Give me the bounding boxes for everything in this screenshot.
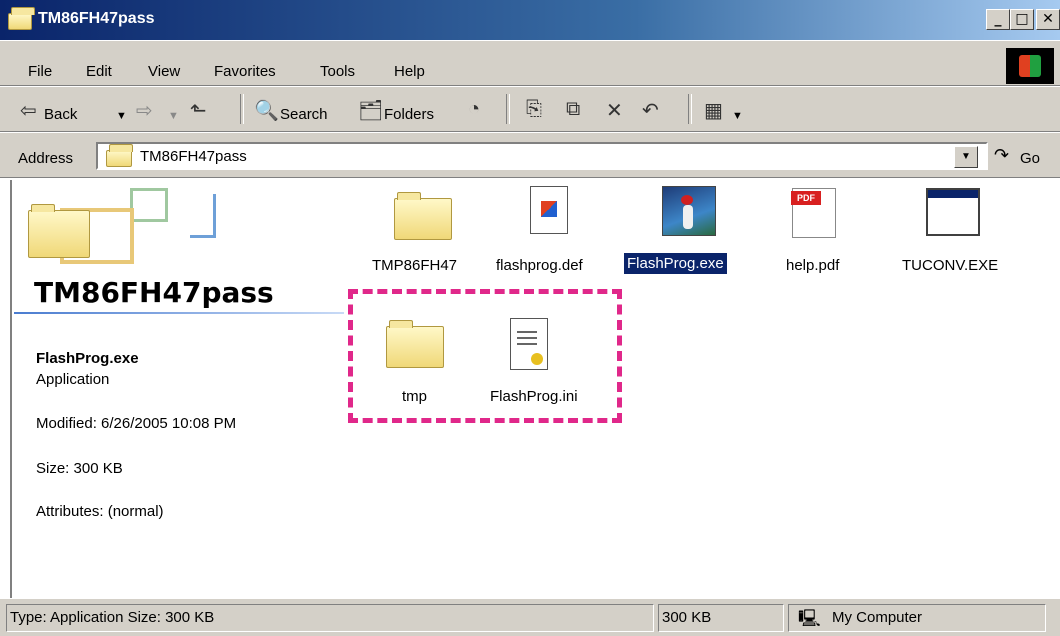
selected-file-type: Application — [36, 371, 110, 388]
window-title: TM86FH47pass — [38, 10, 155, 27]
minimize-button[interactable]: _ — [986, 9, 1010, 30]
status-text: Type: Application Size: 300 KB — [10, 609, 215, 626]
status-size: 300 KB — [662, 609, 712, 626]
folder-icon — [8, 7, 35, 30]
views-dropdown-icon[interactable]: ▼ — [732, 110, 743, 122]
delete-icon[interactable]: ✕ — [606, 98, 623, 123]
menu-tools[interactable]: Tools — [320, 63, 355, 80]
dashed-highlight-box — [348, 289, 622, 423]
file-label[interactable]: help.pdf — [786, 257, 839, 274]
forward-arrow-icon[interactable]: ⇨ — [136, 98, 153, 123]
move-to-icon[interactable]: ⎘ — [526, 98, 542, 121]
copy-to-icon[interactable]: ⧉ — [566, 98, 580, 121]
pdf-icon[interactable]: PDF — [791, 188, 836, 238]
folder-icon[interactable] — [394, 192, 452, 240]
views-icon[interactable]: ▦ — [704, 98, 723, 123]
file-label-selected[interactable]: FlashProg.exe — [624, 253, 727, 274]
go-button[interactable]: Go — [1020, 150, 1040, 167]
address-value: TM86FH47pass — [140, 148, 247, 165]
maximize-button[interactable]: □ — [1010, 9, 1034, 30]
folder-icon — [106, 144, 133, 167]
address-dropdown-icon[interactable]: ▼ — [954, 146, 978, 168]
folders-button[interactable]: Folders — [384, 106, 434, 123]
forward-dropdown-icon[interactable]: ▼ — [168, 110, 179, 122]
address-label: Address — [18, 150, 74, 167]
decorative-square — [190, 194, 216, 238]
window-app-icon[interactable] — [926, 188, 980, 236]
selected-file-attributes: Attributes: (normal) — [36, 503, 164, 520]
decorative-square — [130, 188, 168, 222]
computer-icon: 🖳 — [798, 609, 821, 628]
file-label[interactable]: TUCONV.EXE — [902, 257, 998, 274]
close-button[interactable]: ✕ — [1036, 9, 1060, 30]
windows-logo-icon — [1006, 48, 1054, 84]
menu-help[interactable]: Help — [394, 63, 425, 80]
folder-icon — [28, 204, 90, 258]
woodpecker-app-icon[interactable] — [662, 186, 716, 236]
selected-file-name: FlashProg.exe — [36, 350, 139, 367]
search-icon[interactable]: 🔍 — [254, 98, 279, 123]
title-divider — [14, 312, 344, 314]
title-bar[interactable] — [0, 0, 1060, 40]
toolbar-separator — [688, 94, 692, 124]
back-arrow-icon[interactable]: ⇦ — [20, 98, 37, 123]
go-arrow-icon[interactable]: ↷ — [994, 145, 1009, 166]
selected-file-size: Size: 300 KB — [36, 460, 123, 477]
file-label[interactable]: TMP86FH47 — [372, 257, 457, 274]
folder-title: TM86FH47pass — [34, 276, 274, 309]
up-folder-icon[interactable]: ⬑ — [190, 98, 207, 123]
status-zone: My Computer — [832, 609, 923, 626]
def-file-icon[interactable] — [530, 186, 568, 234]
file-label[interactable]: flashprog.def — [496, 257, 583, 274]
back-button[interactable]: Back — [44, 106, 77, 123]
undo-icon[interactable]: ↶ — [642, 98, 659, 123]
folders-icon[interactable]: 🗂 — [358, 98, 383, 123]
history-icon[interactable]: ◔ — [468, 98, 480, 121]
menu-favorites[interactable]: Favorites — [214, 63, 276, 80]
selected-file-modified: Modified: 6/26/2005 10:08 PM — [36, 415, 237, 432]
back-dropdown-icon[interactable]: ▼ — [116, 110, 127, 122]
toolbar-separator — [506, 94, 510, 124]
menu-edit[interactable]: Edit — [86, 63, 112, 80]
toolbar-separator — [240, 94, 244, 124]
search-button[interactable]: Search — [280, 106, 328, 123]
menu-view[interactable]: View — [148, 63, 180, 80]
menu-file[interactable]: File — [28, 63, 52, 80]
